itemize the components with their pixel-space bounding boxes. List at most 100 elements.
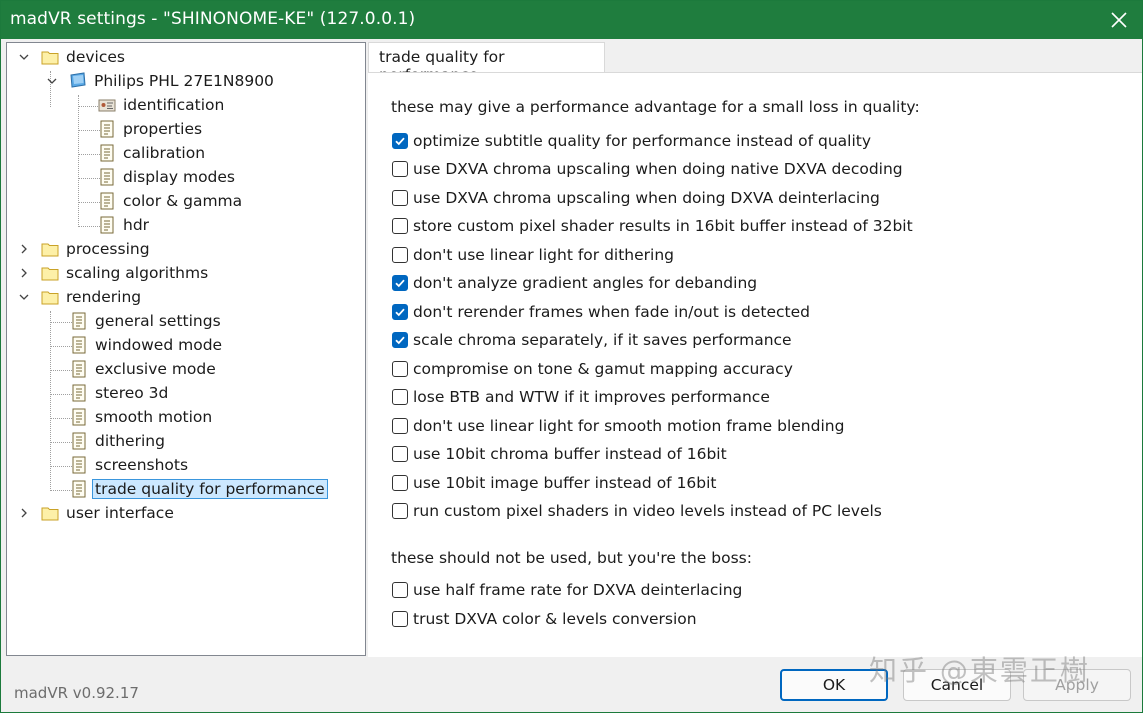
tree-node-user-interface[interactable]: user interface xyxy=(41,502,177,524)
tree-node-properties[interactable]: properties xyxy=(98,118,205,140)
chevron-down-icon[interactable] xyxy=(18,291,30,303)
folder-icon xyxy=(41,51,59,65)
tree-label: display modes xyxy=(123,168,235,186)
checkbox[interactable] xyxy=(392,582,408,598)
checkmark-icon xyxy=(395,137,405,146)
checkbox[interactable] xyxy=(392,475,408,491)
option-half-frame-rate[interactable]: use half frame rate for DXVA deinterlaci… xyxy=(392,580,742,600)
tree-node-smooth-motion[interactable]: smooth motion xyxy=(70,406,215,428)
tree-node-scaling-algorithms[interactable]: scaling algorithms xyxy=(41,262,211,284)
option-trust-dxva-color[interactable]: trust DXVA color & levels conversion xyxy=(392,609,697,629)
chevron-right-icon[interactable] xyxy=(18,243,30,255)
document-icon xyxy=(72,384,86,402)
ok-button[interactable]: OK xyxy=(780,669,888,701)
option-optimize-subtitle[interactable]: optimize subtitle quality for performanc… xyxy=(392,131,871,151)
document-icon xyxy=(100,168,114,186)
checkbox[interactable] xyxy=(392,218,408,234)
cancel-button[interactable]: Cancel xyxy=(903,669,1011,701)
tree-label: smooth motion xyxy=(95,408,213,426)
tree-label: exclusive mode xyxy=(95,360,216,378)
checkbox[interactable] xyxy=(392,275,408,291)
tree-node-display-modes[interactable]: display modes xyxy=(98,166,238,188)
tree-node-rendering[interactable]: rendering xyxy=(41,286,144,308)
checkbox[interactable] xyxy=(392,361,408,377)
option-lose-btb-wtw[interactable]: lose BTB and WTW if it improves performa… xyxy=(392,387,770,407)
apply-button[interactable]: Apply xyxy=(1023,669,1131,701)
chevron-right-icon[interactable] xyxy=(18,507,30,519)
tree-label: general settings xyxy=(95,312,221,330)
tree-node-general-settings[interactable]: general settings xyxy=(70,310,224,332)
tree-label: hdr xyxy=(123,216,150,234)
checkbox[interactable] xyxy=(392,247,408,263)
window-title: madVR settings - "SHINONOME-KE" (127.0.0… xyxy=(10,9,416,29)
document-icon xyxy=(100,120,114,138)
option-no-gradient-angles[interactable]: don't analyze gradient angles for deband… xyxy=(392,273,757,293)
tree-node-hdr[interactable]: hdr xyxy=(98,214,152,236)
tree-node-color-gamma[interactable]: color & gamma xyxy=(98,190,245,212)
document-icon xyxy=(72,312,86,330)
close-button[interactable] xyxy=(1096,1,1142,39)
section-boss-heading: these should not be used, but you're the… xyxy=(391,549,752,567)
tree-node-windowed-mode[interactable]: windowed mode xyxy=(70,334,225,356)
option-dxva-chroma-deinterlacing[interactable]: use DXVA chroma upscaling when doing DXV… xyxy=(392,188,880,208)
tree-node-screenshots[interactable]: screenshots xyxy=(70,454,191,476)
settings-tree[interactable]: devices Philips PHL 27E1N8900 identifica… xyxy=(6,42,366,656)
folder-icon xyxy=(41,267,59,281)
tree-node-exclusive-mode[interactable]: exclusive mode xyxy=(70,358,219,380)
document-icon xyxy=(72,360,86,378)
tab-trade-quality[interactable]: trade quality for performance xyxy=(368,42,605,84)
tree-label: screenshots xyxy=(95,456,189,474)
version-label: madVR v0.92.17 xyxy=(14,684,139,702)
tree-node-devices[interactable]: devices xyxy=(41,46,128,68)
tree-node-dithering[interactable]: dithering xyxy=(70,430,168,452)
checkbox[interactable] xyxy=(392,304,408,320)
document-icon xyxy=(100,192,114,210)
tree-label: rendering xyxy=(66,288,142,306)
tree-label: windowed mode xyxy=(95,336,223,354)
checkbox[interactable] xyxy=(392,446,408,462)
tree-node-identification[interactable]: identification xyxy=(98,94,227,116)
checkmark-icon xyxy=(395,279,405,288)
checkbox[interactable] xyxy=(392,503,408,519)
folder-icon xyxy=(41,507,59,521)
document-icon xyxy=(72,432,86,450)
checkbox[interactable] xyxy=(392,161,408,177)
chevron-right-icon[interactable] xyxy=(18,267,30,279)
tree-node-monitor[interactable]: Philips PHL 27E1N8900 xyxy=(69,70,277,92)
option-shaders-video-levels[interactable]: run custom pixel shaders in video levels… xyxy=(392,501,882,521)
option-10bit-image-buffer[interactable]: use 10bit image buffer instead of 16bit xyxy=(392,473,717,493)
tree-node-trade-quality[interactable]: trade quality for performance xyxy=(70,478,328,500)
option-no-linear-light-smooth-motion[interactable]: don't use linear light for smooth motion… xyxy=(392,416,844,436)
chevron-down-icon[interactable] xyxy=(18,51,30,63)
tree-label: dithering xyxy=(95,432,165,450)
chevron-down-icon[interactable] xyxy=(46,75,58,87)
folder-icon xyxy=(41,243,59,257)
option-shader-16bit-buffer[interactable]: store custom pixel shader results in 16b… xyxy=(392,216,913,236)
checkbox[interactable] xyxy=(392,389,408,405)
checkbox[interactable] xyxy=(392,332,408,348)
tree-node-processing[interactable]: processing xyxy=(41,238,153,260)
document-icon xyxy=(72,408,86,426)
title-bar[interactable]: madVR settings - "SHINONOME-KE" (127.0.0… xyxy=(1,1,1142,39)
checkbox[interactable] xyxy=(392,611,408,627)
checkbox[interactable] xyxy=(392,418,408,434)
document-icon xyxy=(100,216,114,234)
tree-label: scaling algorithms xyxy=(66,264,209,282)
option-dxva-chroma-native[interactable]: use DXVA chroma upscaling when doing nat… xyxy=(392,159,903,179)
checkbox[interactable] xyxy=(392,190,408,206)
settings-window: madVR settings - "SHINONOME-KE" (127.0.0… xyxy=(0,0,1143,713)
id-card-icon xyxy=(98,99,116,112)
tree-label: Philips PHL 27E1N8900 xyxy=(94,72,274,90)
document-icon xyxy=(72,456,86,474)
tree-node-stereo-3d[interactable]: stereo 3d xyxy=(70,382,171,404)
tree-node-calibration[interactable]: calibration xyxy=(98,142,208,164)
option-10bit-chroma-buffer[interactable]: use 10bit chroma buffer instead of 16bit xyxy=(392,444,727,464)
document-icon xyxy=(72,480,86,498)
option-no-rerender-fade[interactable]: don't rerender frames when fade in/out i… xyxy=(392,302,810,322)
section-performance-heading: these may give a performance advantage f… xyxy=(391,98,920,116)
option-tone-gamut-compromise[interactable]: compromise on tone & gamut mapping accur… xyxy=(392,359,793,379)
option-no-linear-light-dithering[interactable]: don't use linear light for dithering xyxy=(392,245,674,265)
option-scale-chroma-separately[interactable]: scale chroma separately, if it saves per… xyxy=(392,330,792,350)
checkbox[interactable] xyxy=(392,133,408,149)
tree-label: calibration xyxy=(123,144,206,162)
